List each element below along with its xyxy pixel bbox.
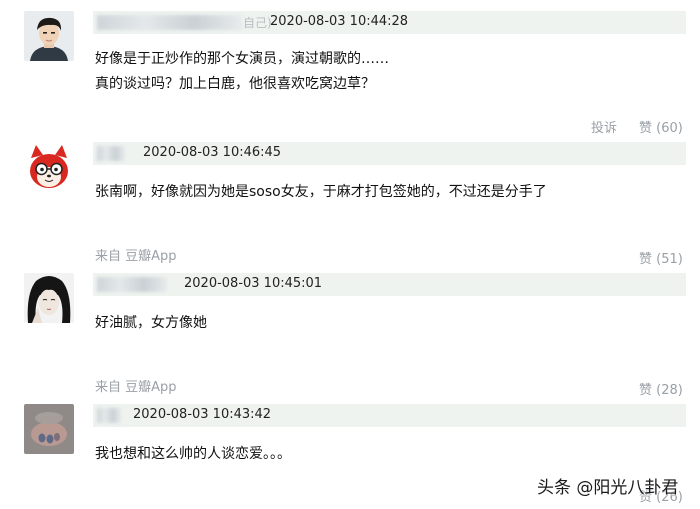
username-blurred[interactable] [97, 15, 242, 30]
avatar[interactable] [24, 11, 74, 61]
avatar[interactable] [24, 404, 74, 454]
comment-line: 张南啊，好像就因为她是soso女友，于麻才打包签她的，不过还是分手了 [95, 184, 547, 200]
username-blurred[interactable] [97, 408, 121, 423]
avatar[interactable] [24, 273, 74, 323]
comment-timestamp: 2020-08-03 10:46:45 [143, 145, 282, 160]
comment-header: 2020-08-03 10:46:45 [93, 142, 686, 165]
comment-text: 好像是于正炒作的那个女演员，演过朝歌的…… 真的谈过吗？加上白鹿，他很喜欢吃窝边… [95, 47, 389, 97]
username-blurred[interactable] [97, 146, 125, 161]
report-button[interactable]: 投诉 [591, 117, 617, 136]
comment-timestamp: 2020-08-03 10:43:42 [133, 407, 272, 422]
comment-timestamp: 2020-08-03 10:45:01 [184, 276, 323, 291]
comment-source: 来自 豆瓣App [95, 249, 177, 264]
comment-line: 真的谈过吗？加上白鹿，他很喜欢吃窝边草？ [95, 76, 375, 92]
comment-line: 好油腻，女方像她 [95, 315, 207, 331]
comment-line: 好像是于正炒作的那个女演员，演过朝歌的…… [95, 51, 389, 67]
comment-timestamp: 2020-08-03 10:44:28 [270, 14, 409, 29]
comment-text: 张南啊，好像就因为她是soso女友，于麻才打包签她的，不过还是分手了 [95, 180, 547, 205]
like-button[interactable]: 赞 (60) [639, 117, 683, 136]
comment-header: 2020-08-03 10:43:42 [93, 404, 686, 427]
comment-line: 我也想和这么帅的人谈恋爱。。。 [95, 446, 291, 462]
comment-source: 来自 豆瓣App [95, 380, 177, 395]
avatar[interactable] [24, 142, 74, 192]
comment-text: 我也想和这么帅的人谈恋爱。。。 [95, 442, 291, 467]
like-button[interactable]: 赞 (28) [639, 379, 683, 398]
like-button[interactable]: 赞 (51) [639, 248, 683, 267]
username-blurred[interactable] [97, 277, 167, 292]
comment-header: 自己) 2020-08-03 10:44:28 [93, 11, 686, 34]
username-suffix: 自己) [243, 16, 272, 30]
comment-text: 好油腻，女方像她 [95, 311, 207, 336]
watermark: 头条 @阳光八卦君 [537, 478, 679, 498]
comment-header: 2020-08-03 10:45:01 [93, 273, 686, 296]
